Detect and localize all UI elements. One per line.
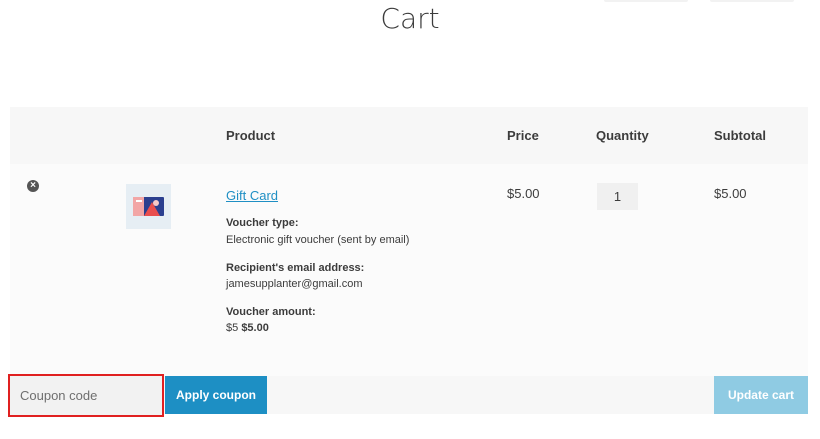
voucher-type-value: Electronic gift voucher (sent by email)	[226, 234, 410, 246]
header-subtotal: Subtotal	[714, 128, 766, 143]
page-title: Cart	[380, 2, 440, 35]
item-subtotal: $5.00	[714, 186, 747, 201]
voucher-amount-base: $5	[226, 322, 239, 334]
header-product: Product	[226, 128, 276, 143]
recipient-value: jamesupplanter@gmail.com	[226, 278, 363, 290]
voucher-amount-label: Voucher amount:	[226, 306, 316, 318]
header-quantity: Quantity	[596, 128, 649, 143]
remove-item-icon[interactable]: ×	[27, 180, 39, 192]
coupon-code-input[interactable]	[8, 374, 164, 417]
voucher-amount-total: $5.00	[241, 322, 269, 334]
product-thumbnail[interactable]	[126, 184, 171, 229]
item-price: $5.00	[507, 186, 540, 201]
apply-coupon-button[interactable]: Apply coupon	[165, 376, 267, 414]
product-name-link[interactable]: Gift Card	[226, 188, 278, 203]
recipient-label: Recipient's email address:	[226, 262, 365, 274]
table-header: Product Price Quantity Subtotal	[10, 107, 808, 164]
voucher-type-label: Voucher type:	[226, 217, 299, 229]
header-price: Price	[507, 128, 539, 143]
quantity-input[interactable]	[597, 183, 638, 210]
voucher-amount-value: $5 $5.00	[226, 322, 269, 334]
update-cart-button[interactable]: Update cart	[714, 376, 808, 414]
